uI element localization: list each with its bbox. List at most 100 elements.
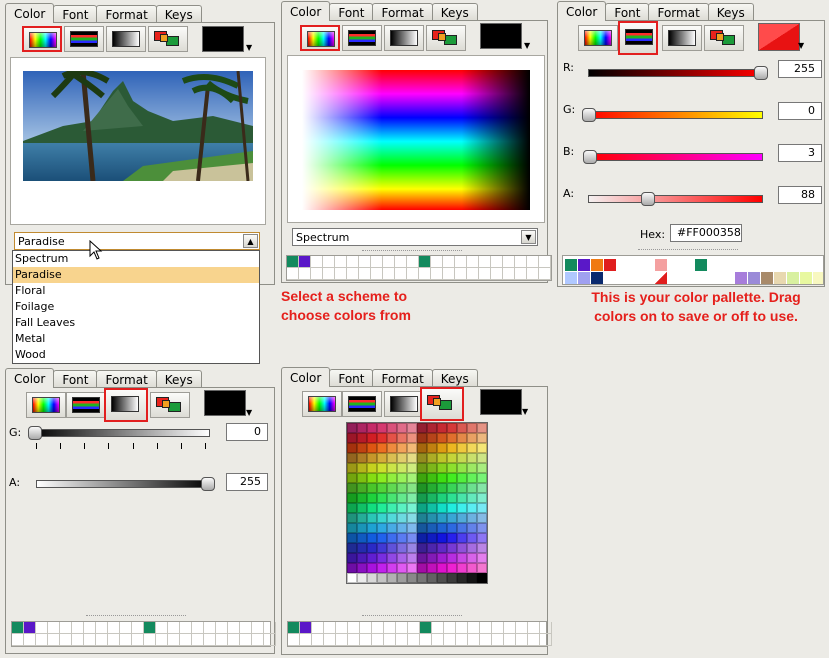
swatch-cell[interactable] — [407, 493, 417, 503]
swatch-cell[interactable] — [377, 563, 387, 573]
swatch-cell[interactable] — [397, 453, 407, 463]
swatch-cell[interactable] — [427, 443, 437, 453]
hex-field[interactable]: #FF000358 — [670, 224, 742, 242]
swatch-cell[interactable] — [477, 453, 487, 463]
swatch-cell[interactable] — [347, 523, 357, 533]
swatch-cell[interactable] — [357, 453, 367, 463]
swatch-cell[interactable] — [477, 433, 487, 443]
swatch-cell[interactable] — [437, 523, 447, 533]
tab-color[interactable]: Color — [5, 3, 55, 23]
swatch-cell[interactable] — [397, 533, 407, 543]
swatch-cell[interactable] — [407, 473, 417, 483]
swatch-cell[interactable] — [357, 503, 367, 513]
red-value-field[interactable]: 255 — [778, 60, 822, 78]
palette-swatch[interactable] — [591, 272, 603, 284]
scheme-select[interactable]: Spectrum ▼ — [292, 228, 538, 246]
swatch-cell[interactable] — [347, 533, 357, 543]
swatch-cell[interactable] — [357, 473, 367, 483]
swatch-cell[interactable] — [397, 443, 407, 453]
swatch-cell[interactable] — [347, 493, 357, 503]
swatch-cell[interactable] — [407, 563, 417, 573]
swatch-cell[interactable] — [457, 573, 467, 583]
palette-swatch[interactable] — [578, 259, 590, 271]
swatch-cell[interactable] — [377, 523, 387, 533]
chevron-down-icon[interactable]: ▼ — [524, 41, 530, 50]
swatch-cell[interactable] — [437, 493, 447, 503]
swatch-cell[interactable] — [417, 463, 427, 473]
palette-swatch[interactable] — [565, 272, 577, 284]
chevron-down-icon[interactable]: ▼ — [246, 43, 252, 52]
scheme-option[interactable]: Spectrum — [13, 251, 259, 267]
swatch-cell[interactable] — [437, 573, 447, 583]
swatch-cell[interactable] — [417, 473, 427, 483]
swatch-cell[interactable] — [407, 543, 417, 553]
swatch-cell[interactable] — [397, 433, 407, 443]
swatch-cell[interactable] — [377, 483, 387, 493]
swatch-cell[interactable] — [437, 543, 447, 553]
swatch-cell[interactable] — [477, 423, 487, 433]
swatch-cell[interactable] — [477, 533, 487, 543]
tab-font[interactable]: Font — [329, 369, 374, 387]
swatch-cell[interactable] — [447, 523, 457, 533]
swatch-cell[interactable] — [377, 453, 387, 463]
swatch-cell[interactable] — [377, 463, 387, 473]
swatch-cell[interactable] — [367, 453, 377, 463]
palette-swatch[interactable] — [604, 272, 616, 284]
swatch-cell[interactable] — [467, 503, 477, 513]
alpha-slider-thumb[interactable] — [201, 477, 215, 491]
swatch-cell[interactable] — [417, 433, 427, 443]
saved-color-palette[interactable] — [562, 255, 824, 285]
swatch-cell[interactable] — [387, 493, 397, 503]
tab-format[interactable]: Format — [96, 5, 157, 23]
scheme-option[interactable]: Fall Leaves — [13, 315, 259, 331]
swatch-cell[interactable] — [457, 503, 467, 513]
swatch-cell[interactable] — [357, 433, 367, 443]
swatch-cell[interactable] — [387, 473, 397, 483]
swatch-cell[interactable] — [447, 473, 457, 483]
swatch-cell[interactable] — [447, 433, 457, 443]
swatch-cell[interactable] — [437, 503, 447, 513]
swatch-cell[interactable] — [447, 443, 457, 453]
palette-resize-grip[interactable] — [362, 250, 462, 253]
swatch-cell[interactable] — [397, 543, 407, 553]
swatch-cell[interactable] — [357, 563, 367, 573]
swatch-cell[interactable] — [427, 573, 437, 583]
swatch-cell[interactable] — [427, 453, 437, 463]
tab-keys[interactable]: Keys — [707, 3, 754, 21]
swatch-cell[interactable] — [417, 543, 427, 553]
tab-format[interactable]: Format — [96, 370, 157, 388]
swatch-cell[interactable] — [477, 543, 487, 553]
swatch-cell[interactable] — [457, 533, 467, 543]
swatch-cell[interactable] — [417, 523, 427, 533]
tab-keys[interactable]: Keys — [431, 3, 478, 21]
swatch-cell[interactable] — [367, 483, 377, 493]
swatch-cell[interactable] — [377, 553, 387, 563]
swatch-cell[interactable] — [407, 533, 417, 543]
swatch-cell[interactable] — [467, 523, 477, 533]
grayscale-mode-button[interactable] — [662, 25, 702, 51]
swatch-cell[interactable] — [477, 503, 487, 513]
swatch-cell[interactable] — [437, 563, 447, 573]
swatch-cell[interactable] — [447, 553, 457, 563]
alpha-slider-thumb[interactable] — [641, 192, 655, 206]
scheme-option[interactable]: Foilage — [13, 299, 259, 315]
swatch-cell[interactable] — [417, 553, 427, 563]
swatch-cell[interactable] — [467, 453, 477, 463]
swatch-cell[interactable] — [477, 513, 487, 523]
swatch-cell[interactable] — [407, 463, 417, 473]
swatch-cell[interactable] — [407, 513, 417, 523]
swatch-cell[interactable] — [387, 543, 397, 553]
swatch-cell[interactable] — [347, 423, 357, 433]
swatch-cell[interactable] — [447, 423, 457, 433]
scheme-image-area[interactable] — [10, 57, 266, 225]
swatch-cell[interactable] — [437, 433, 447, 443]
swatch-cell[interactable] — [357, 463, 367, 473]
swatch-cell[interactable] — [427, 433, 437, 443]
swatch-cell[interactable] — [377, 543, 387, 553]
swatch-cell[interactable] — [477, 573, 487, 583]
swatch-cell[interactable] — [467, 563, 477, 573]
swatch-cell[interactable] — [427, 513, 437, 523]
swatches-mode-button[interactable] — [426, 25, 466, 51]
swatch-cell[interactable] — [427, 563, 437, 573]
swatch-cell[interactable] — [467, 513, 477, 523]
